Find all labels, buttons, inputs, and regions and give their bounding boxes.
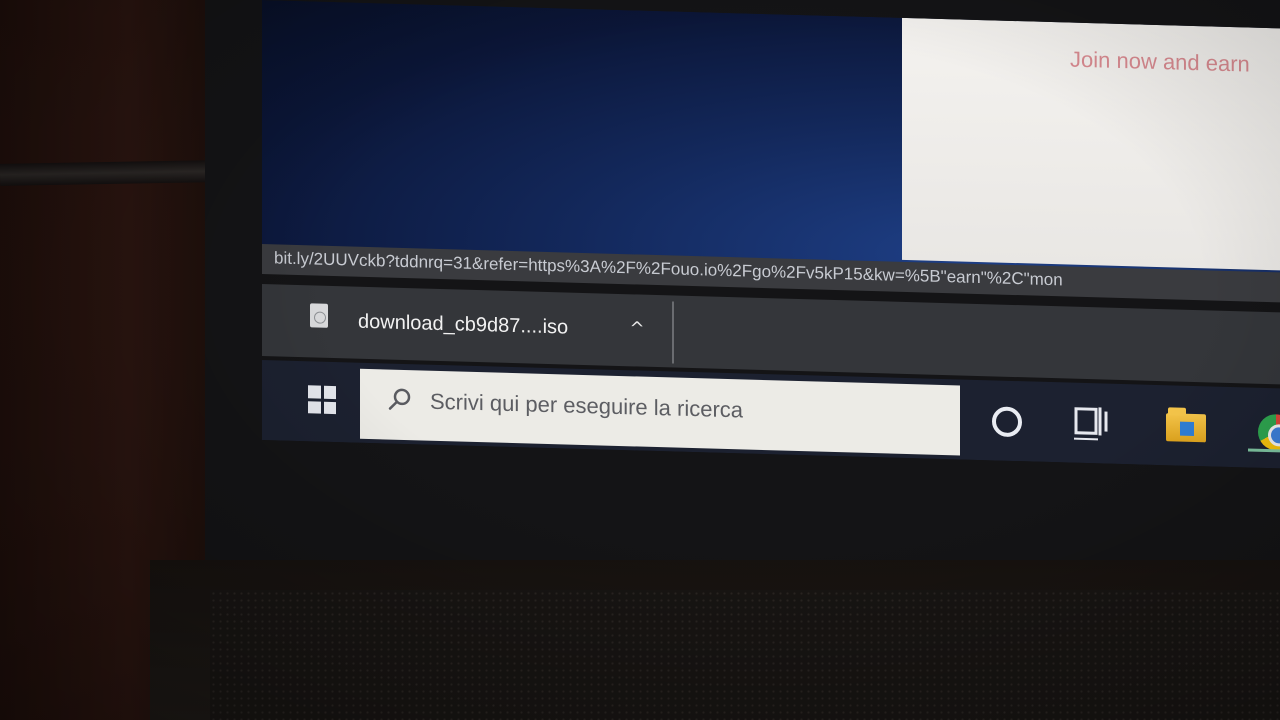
search-icon <box>388 388 411 410</box>
search-input[interactable]: Scrivi qui per eseguire la ricerca <box>360 368 960 456</box>
photo-scene: Join now and earn bit.ly/2UUVckb?tddnrq=… <box>0 0 1280 720</box>
search-placeholder: Scrivi qui per eseguire la ricerca <box>430 388 744 423</box>
chrome-logo-icon <box>1258 413 1280 451</box>
join-now-link[interactable]: Join now and earn <box>1070 47 1250 78</box>
file-icon <box>310 303 328 328</box>
browser-page: Join now and earn <box>902 17 1280 271</box>
download-item[interactable]: download_cb9d87....iso ^ <box>300 293 670 359</box>
task-view-icon[interactable] <box>1062 392 1122 450</box>
background-cable <box>0 160 216 186</box>
chevron-up-icon[interactable]: ^ <box>622 314 652 345</box>
cortana-icon[interactable] <box>974 390 1034 448</box>
windows-logo-icon <box>308 385 336 415</box>
active-app-indicator <box>1248 448 1280 454</box>
download-bar-divider <box>672 301 674 364</box>
file-explorer-icon[interactable] <box>1156 395 1216 453</box>
speaker-grille <box>210 590 1280 720</box>
download-file-name[interactable]: download_cb9d87....iso <box>358 311 568 340</box>
start-button[interactable] <box>282 369 358 431</box>
chrome-icon[interactable] <box>1248 398 1280 456</box>
laptop-screen: Join now and earn bit.ly/2UUVckb?tddnrq=… <box>262 0 1280 469</box>
folder-icon <box>1166 413 1206 443</box>
